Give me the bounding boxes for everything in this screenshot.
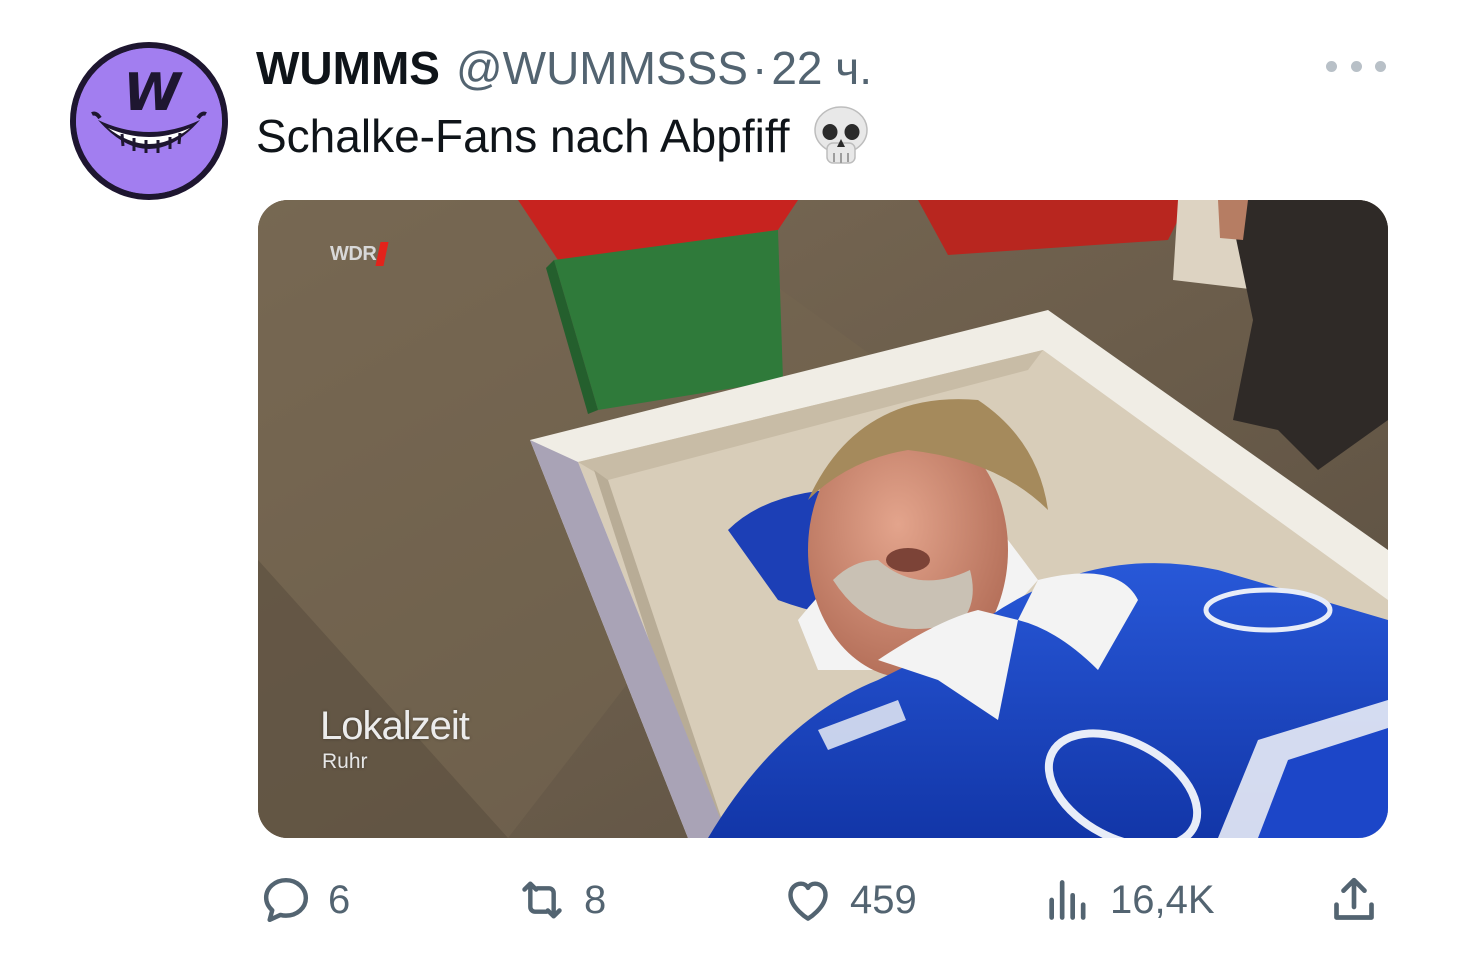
- overlay-title: Lokalzeit: [320, 704, 470, 748]
- tweet-media[interactable]: WDR Lokalzeit Ruhr: [258, 200, 1388, 838]
- action-bar: 6 8 459 16,4K: [0, 862, 1460, 938]
- like-count: 459: [850, 877, 917, 922]
- more-dot: [1375, 60, 1386, 72]
- tweet-body: Schalke-Fans nach Abpfiff: [256, 110, 790, 162]
- overlay-subtitle: Ruhr: [322, 750, 368, 773]
- retweet-count: 8: [584, 877, 607, 922]
- retweet-button[interactable]: 8: [514, 862, 606, 938]
- author-handle[interactable]: @WUMMSSS: [456, 38, 748, 98]
- share-icon: [1334, 877, 1374, 920]
- channel-logo-text: WDR: [330, 242, 377, 265]
- tweet-text: Schalke-Fans nach Abpfiff: [256, 106, 870, 166]
- tweet-timestamp[interactable]: 22 ч.: [771, 38, 872, 98]
- author-name[interactable]: WUMMS: [256, 38, 440, 98]
- avatar[interactable]: W: [70, 42, 228, 200]
- wumms-logo-icon: W: [76, 48, 222, 194]
- more-dot: [1326, 60, 1337, 72]
- header-separator: ·: [751, 42, 768, 94]
- reply-button[interactable]: 6: [258, 862, 350, 938]
- views-count: 16,4K: [1110, 877, 1215, 922]
- more-options-icon[interactable]: [1326, 52, 1386, 80]
- tweet[interactable]: W WUMMS @WUMMSSS · 22 ч. Schalke-Fans na…: [0, 0, 1460, 963]
- wdr-logo: WDR: [330, 242, 389, 266]
- share-button[interactable]: [1326, 862, 1382, 938]
- reply-icon: [263, 877, 309, 923]
- views-icon: [1049, 880, 1086, 920]
- skull-emoji-icon: [812, 105, 870, 167]
- heart-icon: [788, 881, 828, 921]
- like-button[interactable]: 459: [780, 862, 917, 938]
- tweet-header: WUMMS @WUMMSSS · 22 ч.: [256, 38, 872, 98]
- views-button[interactable]: 16,4K: [1040, 862, 1215, 938]
- reply-count: 6: [328, 877, 351, 922]
- avatar-letter: W: [123, 63, 183, 123]
- retweet-icon: [522, 881, 562, 919]
- more-dot: [1350, 60, 1362, 72]
